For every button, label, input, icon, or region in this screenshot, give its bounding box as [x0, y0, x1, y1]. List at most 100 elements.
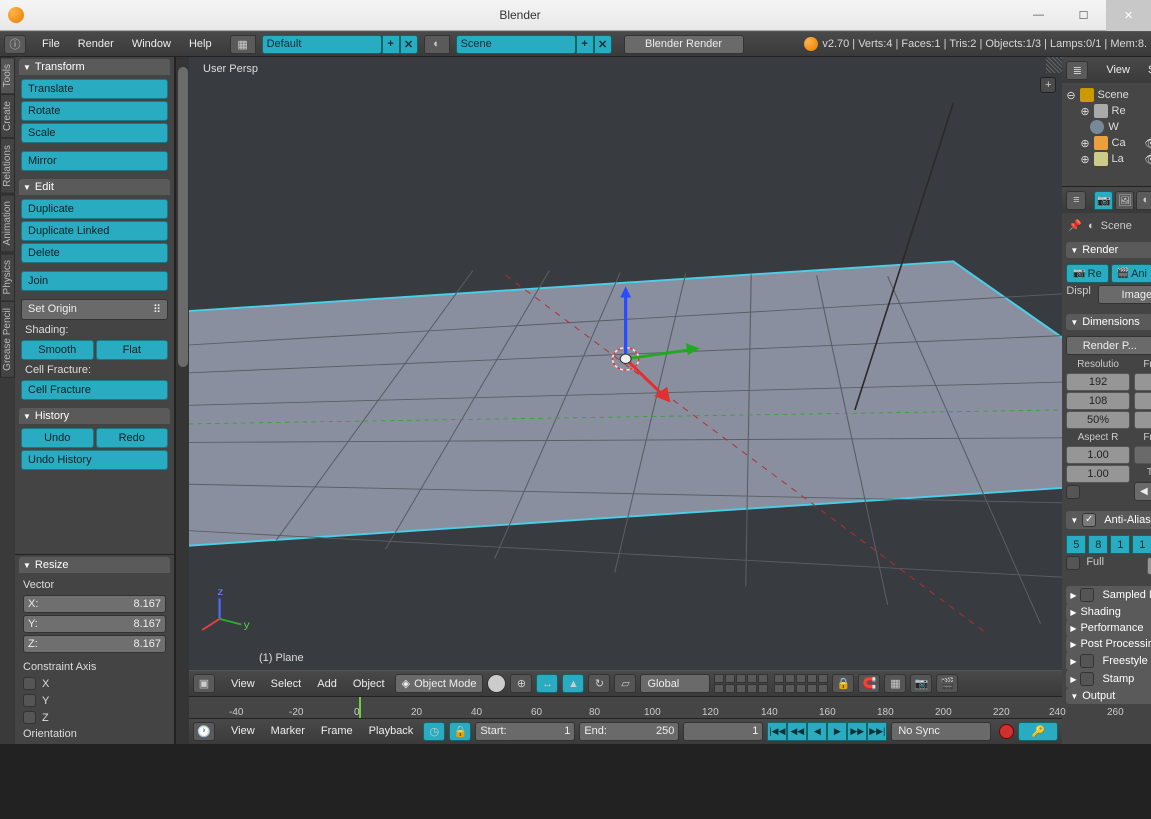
operator-header[interactable]: Resize [19, 557, 170, 573]
jump-prev-keyframe-button[interactable]: ◀◀ [787, 722, 807, 741]
keying-set-dropdown[interactable]: 🔑 [1018, 722, 1058, 741]
menu-render[interactable]: Render [70, 38, 122, 50]
tl-end-field[interactable]: End:250 [579, 722, 679, 741]
editor-type-properties-icon[interactable]: ≡ [1066, 191, 1086, 210]
shading-panel[interactable]: Shading [1066, 604, 1151, 620]
post-processing-panel[interactable]: Post Processing [1066, 636, 1151, 652]
screen-layout-add-button[interactable]: + [382, 35, 400, 54]
shade-smooth-button[interactable]: Smooth [21, 340, 94, 360]
screen-layout-browse-icon[interactable]: ▦ [230, 35, 256, 54]
aspect-x-field[interactable]: 1.00 [1066, 446, 1130, 464]
ol-item-world[interactable]: W [1062, 119, 1151, 135]
vp-menu-object[interactable]: Object [347, 678, 391, 690]
viewport-n-panel-toggle[interactable]: + [1040, 77, 1056, 93]
redo-button[interactable]: Redo [96, 428, 169, 448]
res-x-field[interactable]: 192 [1066, 373, 1130, 391]
mirror-button[interactable]: Mirror [21, 151, 168, 171]
border-checkbox[interactable] [1066, 485, 1080, 499]
render-preset-dropdown[interactable]: Render P... [1066, 336, 1151, 355]
op-constraint-y[interactable]: Y [17, 692, 172, 709]
tab-relations[interactable]: Relations [0, 138, 15, 194]
area-corner-splitter[interactable] [1046, 57, 1062, 73]
pivot-point-dropdown[interactable]: ⊕ [510, 674, 532, 693]
play-reverse-button[interactable]: ◀ [807, 722, 827, 741]
lock-camera-icon[interactable]: 🔒 [832, 674, 854, 693]
3d-viewport[interactable]: z y User Persp (1) Plane + [189, 57, 1062, 670]
tl-current-frame-field[interactable]: 1 [683, 722, 763, 741]
render-anim-preview-icon[interactable]: 🎬 [936, 674, 958, 693]
translate-button[interactable]: Translate [21, 79, 168, 99]
aa-samples-5[interactable]: 5 [1066, 535, 1086, 554]
menu-help[interactable]: Help [181, 38, 220, 50]
op-constraint-x[interactable]: X [17, 675, 172, 692]
sampled-motion-panel[interactable]: Sampled Motio [1066, 586, 1151, 604]
aa-full-sample-checkbox[interactable] [1066, 556, 1080, 570]
aa-samples-11[interactable]: 1 [1110, 535, 1130, 554]
tab-animation[interactable]: Animation [0, 194, 15, 252]
editor-type-outliner-icon[interactable]: ≣ [1066, 61, 1088, 80]
pin-icon[interactable]: 📌 [1068, 219, 1082, 232]
scene-add-button[interactable]: + [576, 35, 594, 54]
editor-type-info-icon[interactable]: ⓘ [4, 35, 26, 54]
ol-item-renderlayers[interactable]: ⊕Re [1062, 103, 1151, 119]
aa-enable-checkbox[interactable] [1082, 513, 1096, 527]
op-constraint-z[interactable]: Z [17, 709, 172, 726]
render-engine-dropdown[interactable]: Blender Render [624, 35, 744, 54]
screen-layout-dropdown[interactable]: Default [262, 35, 382, 54]
ol-item-camera[interactable]: ⊕Ca👁↖📷 [1062, 135, 1151, 151]
snap-toggle-icon[interactable]: 🧲 [858, 674, 880, 693]
use-preview-range-icon[interactable]: ◷ [423, 722, 445, 741]
scene-delete-button[interactable]: ✕ [594, 35, 612, 54]
jump-next-keyframe-button[interactable]: ▶▶ [847, 722, 867, 741]
jump-to-start-button[interactable]: |◀◀ [767, 722, 787, 741]
screen-layout-delete-button[interactable]: ✕ [400, 35, 418, 54]
aa-samples-16[interactable]: 1 [1132, 535, 1151, 554]
tab-grease-pencil[interactable]: Grease Pencil [0, 301, 15, 378]
tl-start-field[interactable]: Start:1 [475, 722, 575, 741]
editor-type-3dview-icon[interactable]: ▣ [193, 674, 215, 693]
panel-history-header[interactable]: History [19, 408, 170, 424]
prop-tab-renderlayers-icon[interactable]: 🖼 [1115, 191, 1134, 210]
eye-icon[interactable]: 👁 [1144, 137, 1151, 150]
duplicate-button[interactable]: Duplicate [21, 199, 168, 219]
ol-item-scene[interactable]: ⊖Scene [1062, 87, 1151, 103]
menu-window[interactable]: Window [124, 38, 179, 50]
render-display-dropdown[interactable]: Image [1098, 285, 1151, 304]
tab-create[interactable]: Create [0, 94, 15, 138]
prop-tab-scene-icon[interactable]: ◐ [1136, 191, 1151, 210]
panel-transform-header[interactable]: Transform [19, 59, 170, 75]
vp-menu-select[interactable]: Select [265, 678, 308, 690]
vp-menu-view[interactable]: View [225, 678, 261, 690]
output-panel[interactable]: Output [1066, 688, 1151, 704]
dimensions-panel-header[interactable]: Dimensions [1066, 314, 1151, 330]
frame-start-field[interactable]: St: 1 [1134, 373, 1151, 391]
lock-time-icon[interactable]: 🔒 [449, 722, 471, 741]
res-percentage-field[interactable]: 50% [1066, 411, 1130, 429]
close-button[interactable]: ✕ [1106, 0, 1151, 31]
manipulator-scale-icon[interactable]: ▱ [614, 674, 636, 693]
timeline-ruler[interactable]: -40 -20 0 20 40 60 80 100 120 140 160 18… [189, 697, 1062, 719]
tab-physics[interactable]: Physics [0, 253, 15, 301]
sync-mode-dropdown[interactable]: No Sync [891, 722, 991, 741]
aa-filter-size-field[interactable]: 1.00 [1147, 557, 1151, 575]
join-button[interactable]: Join [21, 271, 168, 291]
render-button[interactable]: 📷Re [1066, 264, 1108, 283]
panel-edit-header[interactable]: Edit [19, 179, 170, 195]
manipulator-toggle[interactable]: ↔ [536, 674, 558, 693]
render-preview-icon[interactable]: 📷 [910, 674, 932, 693]
render-panel-header[interactable]: Render [1066, 242, 1151, 258]
undo-history-button[interactable]: Undo History [21, 450, 168, 470]
frame-step-field[interactable]: Fr: 1 [1134, 411, 1151, 429]
aa-panel-header[interactable]: Anti-Aliasing [1066, 511, 1151, 529]
duplicate-linked-button[interactable]: Duplicate Linked [21, 221, 168, 241]
tool-shelf-scrollbar[interactable] [175, 57, 189, 744]
minimize-button[interactable]: — [1016, 0, 1061, 31]
undo-button[interactable]: Undo [21, 428, 94, 448]
aa-samples-8[interactable]: 8 [1088, 535, 1108, 554]
rotate-button[interactable]: Rotate [21, 101, 168, 121]
ol-menu-view[interactable]: View [1100, 64, 1136, 76]
transform-orientation-dropdown[interactable]: Global [640, 674, 710, 693]
op-z-field[interactable]: Z:8.167 [23, 635, 166, 653]
scene-browse-icon[interactable]: ◐ [424, 35, 450, 54]
render-animation-button[interactable]: 🎬Ani [1111, 264, 1151, 283]
